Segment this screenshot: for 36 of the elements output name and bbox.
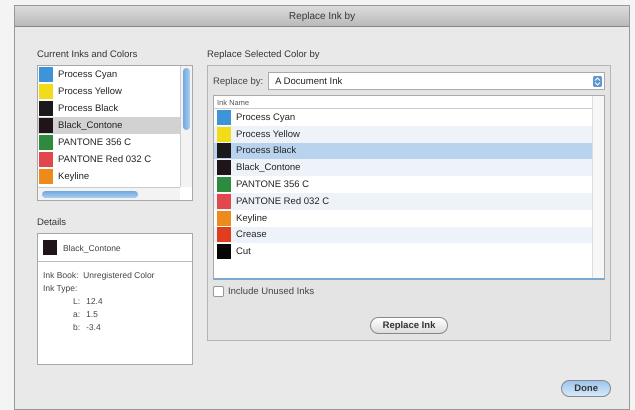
ink-list-item[interactable]: Black_Contone	[38, 117, 180, 134]
value-label: b:	[73, 322, 80, 332]
ink-list-item[interactable]: PANTONE Red 032 C	[38, 151, 180, 168]
ink-table-row[interactable]: Crease	[214, 226, 592, 244]
stepper-icon	[593, 76, 602, 86]
ink-table-row[interactable]: Process Yellow	[214, 126, 592, 143]
ink-name: Black_Contone	[63, 242, 121, 252]
section-label: Details	[37, 217, 68, 228]
checkbox[interactable]	[213, 286, 224, 297]
checkbox-label: Include Unused Inks	[228, 286, 314, 297]
value-label: a:	[73, 309, 80, 319]
ink-table-row[interactable]: Process Black	[214, 142, 592, 160]
value-label: L:	[73, 296, 80, 306]
replace-by-dropdown[interactable]: A Document Ink	[268, 72, 605, 90]
ink-table-row[interactable]: PANTONE Red 032 C	[214, 192, 592, 210]
ink-list-item[interactable]: PANTONE 356 C	[38, 134, 180, 151]
vertical-scrollbar[interactable]	[592, 96, 604, 278]
value-text: -3.4	[86, 322, 101, 332]
detail-text: Ink Book: Unregistered Color	[43, 270, 156, 280]
color-swatch-icon	[43, 240, 57, 255]
replace-ink-button[interactable]: Replace Ink	[370, 317, 448, 334]
detail-text: Ink Type:	[43, 283, 78, 293]
ink-list-item[interactable]: Process Yellow	[38, 83, 180, 100]
section-label: Replace Selected Color by	[207, 49, 320, 60]
window-title: Replace Ink by	[288, 10, 356, 22]
vertical-scrollbar[interactable]	[180, 66, 192, 187]
ink-list-item[interactable]: Keyline	[38, 168, 180, 185]
ink-list-item[interactable]: Process Black	[38, 100, 180, 117]
value-text: 1.5	[86, 309, 98, 319]
field-label: Replace by:	[213, 76, 264, 86]
ink-table-row[interactable]: Black_Contone	[214, 159, 592, 176]
done-button[interactable]: Done	[561, 380, 611, 397]
horizontal-scrollbar[interactable]	[38, 187, 180, 200]
ink-list-item[interactable]: Process Cyan	[38, 66, 180, 83]
section-label: Current Inks and Colors	[37, 49, 138, 60]
value-text: 12.4	[86, 296, 103, 306]
